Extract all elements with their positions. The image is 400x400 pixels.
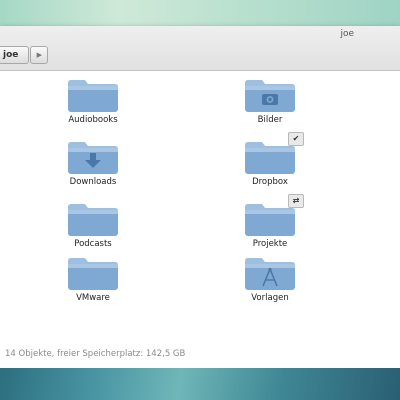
file-manager-window: joe joe ▶ Audiobooks Bilder Downloads ✔ … (0, 26, 400, 368)
folder-icon (68, 80, 118, 112)
chevron-right-icon: ▶ (36, 51, 43, 59)
file-label: Downloads (69, 177, 117, 187)
downloads-folder-icon (68, 142, 118, 174)
folder-icon (68, 204, 118, 236)
status-bar: 14 Objekte, freier Speicherplatz: 142,5 … (0, 344, 400, 368)
file-item-podcasts[interactable]: Podcasts (48, 201, 138, 249)
file-label: Audiobooks (68, 115, 118, 125)
file-item-projekte[interactable]: ⇄ Projekte (225, 194, 315, 249)
file-item-vmware[interactable]: VMware (48, 255, 138, 303)
file-label: Bilder (257, 115, 283, 125)
synced-checkmark-icon: ✔ (288, 132, 304, 146)
file-label: VMware (76, 293, 110, 303)
status-text: 14 Objekte, freier Speicherplatz: 142,5 … (5, 349, 186, 359)
folder-icon (68, 258, 118, 290)
path-crumb-home[interactable]: joe (0, 46, 30, 64)
file-label: Podcasts (74, 239, 112, 249)
desktop-background-bottom (0, 368, 400, 400)
path-bar: joe ▶ (0, 46, 49, 64)
file-label: Vorlagen (251, 293, 289, 303)
pictures-folder-icon (245, 80, 295, 112)
file-item-bilder[interactable]: Bilder (225, 77, 315, 125)
file-item-vorlagen[interactable]: Vorlagen (225, 255, 315, 303)
path-forward-button[interactable]: ▶ (30, 46, 49, 64)
templates-folder-icon (245, 258, 295, 290)
window-title: joe (340, 29, 354, 39)
file-label: Projekte (252, 239, 288, 249)
file-item-dropbox[interactable]: ✔ Dropbox (225, 132, 315, 187)
window-titlebar: joe joe ▶ (0, 26, 400, 71)
file-label: Dropbox (252, 177, 288, 187)
sync-arrows-icon: ⇄ (288, 194, 304, 208)
file-item-downloads[interactable]: Downloads (48, 139, 138, 187)
desktop-background-top (0, 0, 400, 26)
file-item-audiobooks[interactable]: Audiobooks (48, 77, 138, 125)
file-view: Audiobooks Bilder Downloads ✔ Dropbox Po… (0, 71, 400, 341)
